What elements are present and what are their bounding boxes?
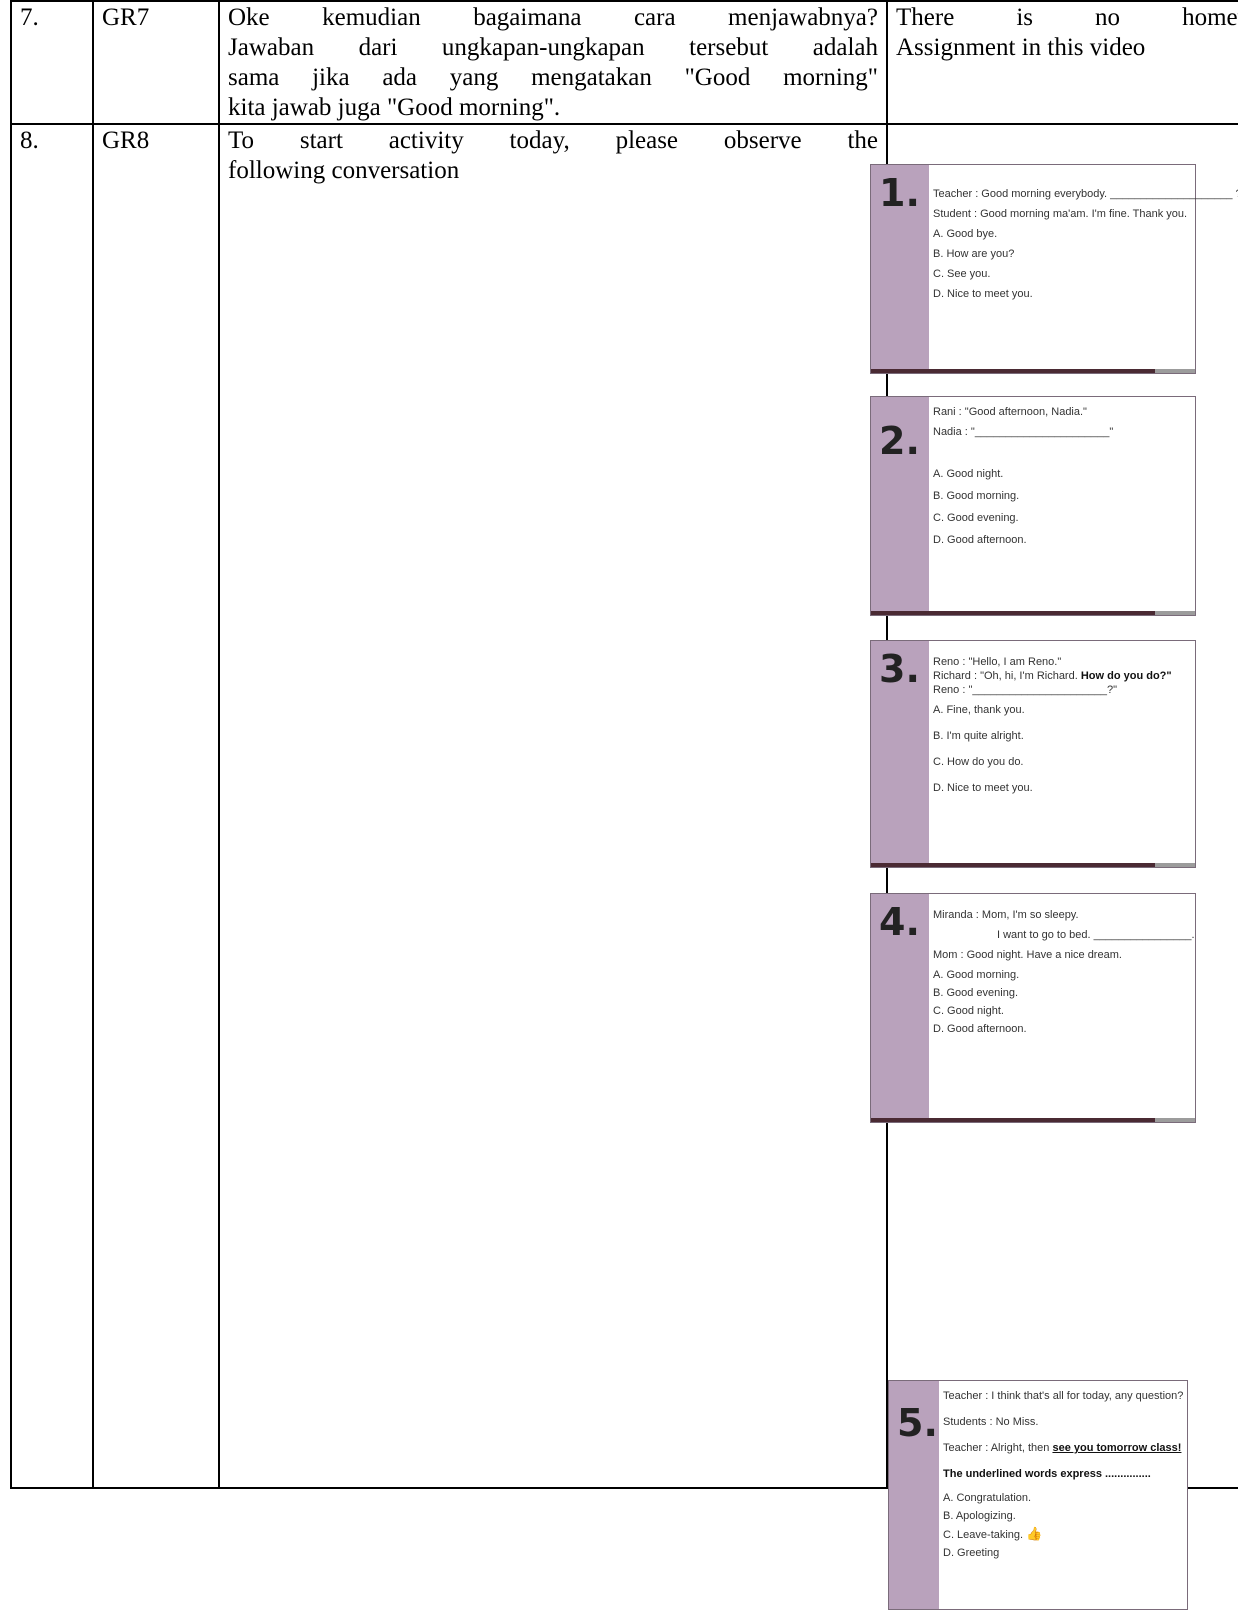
row-code: GR8 [92, 123, 220, 1489]
quiz-slide-3: 3. Reno : "Hello, I am Reno." Richard : … [870, 640, 1196, 868]
row-number: 7. [10, 0, 94, 125]
option-c: C. Good night. [933, 1005, 1004, 1017]
dialogue-line: Students : No Miss. [943, 1416, 1039, 1428]
text-line: following conversation [228, 157, 460, 184]
row-text: Oke kemudian bagaimana cara menjawabnya?… [218, 0, 888, 125]
option-d: D. Good afternoon. [933, 1023, 1027, 1035]
underlined-phrase: see you tomorrow class! [1052, 1442, 1182, 1454]
question-prompt: The underlined words express ...........… [943, 1468, 1151, 1480]
option-a: A. Good night. [933, 468, 1004, 480]
bold-phrase: How do you do?" [1080, 670, 1172, 682]
dialogue-line: Teacher : Alright, then [943, 1442, 1053, 1454]
quiz-slide-2: 2. Rani : "Good afternoon, Nadia." Nadia… [870, 396, 1196, 616]
option-b: B. How are you? [933, 248, 1015, 260]
slide-number: 2. [879, 419, 920, 463]
option-b: B. Apologizing. [943, 1510, 1016, 1522]
slide-number: 5. [897, 1401, 938, 1445]
dialogue-line: Miranda : Mom, I'm so sleepy. [933, 909, 1079, 921]
option-c: C. See you. [933, 268, 991, 280]
quiz-slide-4: 4. Miranda : Mom, I'm so sleepy. I want … [870, 893, 1196, 1123]
option-b: B. Good morning. [933, 490, 1020, 502]
slide-number: 1. [879, 171, 920, 215]
dialogue-line: Rani : "Good afternoon, Nadia." [933, 406, 1087, 418]
row-number: 8. [10, 123, 94, 1489]
note-line: There is no homework [896, 4, 1238, 31]
option-d: D. Good afternoon. [933, 534, 1027, 546]
option-a: A. Good bye. [933, 228, 998, 240]
dialogue-line: Reno : "Hello, I am Reno." [933, 656, 1062, 668]
dialogue-line: Reno : "______________________?" [933, 684, 1117, 696]
dialogue-line: I want to go to bed. ________________. [997, 929, 1195, 941]
option-c: C. Good evening. [933, 512, 1019, 524]
option-d: D. Nice to meet you. [933, 288, 1033, 300]
dialogue-line: Nadia : "______________________" [933, 426, 1114, 438]
text-line: Jawaban dari ungkapan-ungkapan tersebut … [228, 34, 878, 61]
row-code: GR7 [92, 0, 220, 125]
text-line: kita jawab juga "Good morning". [228, 94, 561, 121]
option-b: B. I'm quite alright. [933, 730, 1024, 742]
quiz-slide-1: 1. Teacher : Good morning everybody. ___… [870, 164, 1238, 374]
slide-number: 4. [879, 900, 920, 944]
option-d: D. Greeting [943, 1547, 1000, 1559]
option-a: A. Good morning. [933, 969, 1020, 981]
row-text: To start activity today, please observe … [218, 123, 888, 1489]
option-d: D. Nice to meet you. [933, 782, 1033, 794]
option-a: A. Fine, thank you. [933, 704, 1025, 716]
row-note: There is no homework Assignment in this … [886, 0, 1238, 125]
option-b: B. Good evening. [933, 987, 1019, 999]
table-row: 7. GR7 Oke kemudian bagaimana cara menja… [10, 0, 1238, 125]
dialogue-line: Teacher : Good morning everybody. ______… [933, 188, 1238, 200]
thumbs-up-icon: 👍 [1026, 1526, 1043, 1541]
dialogue-line: Mom : Good night. Have a nice dream. [933, 949, 1122, 961]
dialogue-line: Teacher : I think that's all for today, … [943, 1390, 1184, 1402]
quiz-slide-5: 5. Teacher : I think that's all for toda… [888, 1380, 1188, 1610]
option-c: C. Leave-taking. [943, 1529, 1024, 1541]
dialogue-line: Richard : "Oh, hi, I'm Richard. [933, 670, 1081, 682]
text-line: sama jika ada yang mengatakan "Good morn… [228, 64, 878, 91]
slide-number: 3. [879, 647, 920, 691]
text-line: To start activity today, please observe … [228, 127, 878, 154]
option-a: A. Congratulation. [943, 1492, 1032, 1504]
dialogue-line: Student : Good morning ma'am. I'm fine. … [933, 208, 1188, 220]
text-line: Oke kemudian bagaimana cara menjawabnya? [228, 4, 878, 31]
option-c: C. How do you do. [933, 756, 1024, 768]
note-line: Assignment in this video [896, 34, 1146, 61]
